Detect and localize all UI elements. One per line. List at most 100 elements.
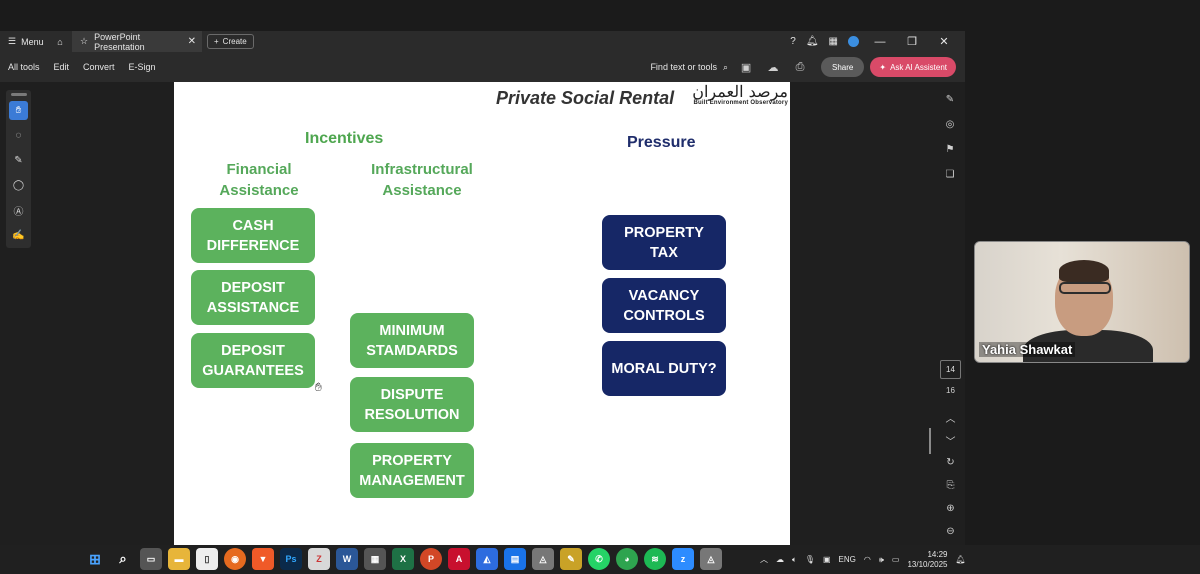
save-icon[interactable]: ▣ (737, 58, 755, 76)
box-cash-difference: CASH DIFFERENCE (191, 208, 315, 263)
clock-time: 14:29 (927, 549, 948, 559)
current-page-field[interactable]: 14 (940, 360, 961, 379)
windows-taskbar: ⊞ ⌕ ▭ ▬ ▯ ◉ ▼ Ps Z W ▦ X P A ◭ ▤ ◬ ✎ ✆ ◕… (0, 545, 1200, 574)
print-icon[interactable]: ⎙ (791, 58, 809, 76)
apps-grid-icon[interactable]: ▦ (829, 36, 838, 47)
notepad-icon[interactable]: ▯ (196, 548, 218, 570)
lasso-icon[interactable]: ◯ (9, 176, 28, 195)
extract-icon[interactable]: ⎘ (940, 480, 961, 491)
menu-button[interactable]: ☰ Menu (0, 36, 50, 47)
create-button[interactable]: + Create (207, 34, 254, 49)
restore-icon[interactable]: ❐ (901, 35, 923, 48)
pages-icon[interactable]: ❏ (939, 163, 961, 185)
clock[interactable]: 14:29 13/10/2025 (907, 550, 947, 570)
notifications-icon[interactable]: 🔔︎ (956, 555, 966, 564)
titlebar-right-icons: ? 🔔︎ ▦ — ❐ ✕ (790, 35, 965, 49)
tab-label: PowerPoint Presentation (94, 31, 145, 52)
avatar[interactable] (848, 36, 859, 47)
wifi-icon[interactable]: ◠ (864, 555, 871, 564)
battery-icon[interactable]: ▭ (892, 555, 900, 564)
box-deposit-assistance: DEPOSIT ASSISTANCE (191, 270, 315, 325)
task-view-icon[interactable]: ▭ (140, 548, 162, 570)
pressure-heading: Pressure (627, 134, 696, 151)
pen-icon[interactable]: ✎ (9, 151, 28, 170)
desktop-top-strip (0, 0, 1200, 31)
participant-hair (1059, 260, 1109, 282)
microphone-icon[interactable]: 🎙︎ (805, 555, 815, 564)
clock-date: 13/10/2025 (907, 559, 948, 569)
drag-handle[interactable] (10, 93, 27, 96)
rotate-icon[interactable]: ↻ (940, 457, 961, 468)
slide-title: Private Social Rental (496, 88, 675, 108)
file-explorer-icon[interactable]: ▬ (168, 548, 190, 570)
find-label: Find text or tools (650, 62, 717, 72)
whatsapp-icon[interactable]: ✆ (588, 548, 610, 570)
hand-tool-icon[interactable]: ✋︎ (9, 101, 28, 120)
sign-icon[interactable]: ✍ (9, 226, 28, 245)
zoom-icon[interactable]: z (672, 548, 694, 570)
ai-assistant-button[interactable]: ✦ Ask AI Assistent (870, 57, 956, 77)
tab-document[interactable]: ☆ PowerPoint Presentation ✕ (72, 31, 202, 52)
bookmark-icon[interactable]: ⚑ (939, 138, 961, 160)
calculator-icon[interactable]: ▦ (364, 548, 386, 570)
app-tray-icon[interactable]: ▣ (823, 555, 831, 564)
brave-icon[interactable]: ▼ (252, 548, 274, 570)
photos-icon[interactable]: ◭ (476, 548, 498, 570)
find-tools[interactable]: Find text or tools ⌕ (650, 62, 728, 73)
zotero-icon[interactable]: Z (308, 548, 330, 570)
plus-icon: + (214, 37, 219, 46)
windows-start-icon[interactable]: ⊞ (84, 548, 106, 570)
excel-icon[interactable]: X (392, 548, 414, 570)
toolbar-esign[interactable]: E-Sign (122, 62, 163, 72)
weather-icon[interactable]: ☁ (776, 555, 784, 564)
zoom-out-icon[interactable]: ⊖ (940, 526, 961, 537)
acrobat-icon[interactable]: A (448, 548, 470, 570)
right-tool-rail: ✎ ◎ ⚑ ❏ (939, 88, 961, 188)
toolbar-convert[interactable]: Convert (76, 62, 122, 72)
app-icon-2[interactable]: ◬ (700, 548, 722, 570)
chat-app-icon[interactable]: ◕ (616, 548, 638, 570)
toolbar-all-tools[interactable]: All tools (0, 62, 47, 72)
firefox-icon[interactable]: ◉ (224, 548, 246, 570)
search-taskbar-icon[interactable]: ⌕ (112, 548, 134, 570)
chevron-up-icon[interactable]: ︿ (760, 554, 768, 565)
spotify-icon[interactable]: ≋ (644, 548, 666, 570)
edit-pdf-icon[interactable]: ✎ (939, 88, 961, 110)
powerpoint-icon[interactable]: P (420, 548, 442, 570)
close-window-icon[interactable]: ✕ (933, 35, 955, 48)
comments-icon[interactable]: ◎ (939, 113, 961, 135)
taskbar-apps: ⊞ ⌕ ▭ ▬ ▯ ◉ ▼ Ps Z W ▦ X P A ◭ ▤ ◬ ✎ ✆ ◕… (84, 548, 722, 570)
language-indicator[interactable]: ENG (839, 555, 856, 564)
participant-video[interactable]: Yahia Shawkat (974, 241, 1190, 363)
word-icon[interactable]: W (336, 548, 358, 570)
page-up-icon[interactable]: ︿ (940, 410, 961, 425)
box-dispute-resolution: DISPUTE RESOLUTION (350, 377, 474, 432)
toolbar-edit[interactable]: Edit (47, 62, 77, 72)
share-button[interactable]: Share (821, 57, 865, 77)
app-icon-1[interactable]: ◬ (532, 548, 554, 570)
zoom-in-icon[interactable]: ⊕ (940, 503, 961, 514)
page-down-icon[interactable]: ﹀ (940, 433, 961, 448)
text-select-icon[interactable]: Ⓐ (9, 201, 28, 220)
logo-arabic-text: مرصد العمران (692, 82, 788, 101)
bell-icon[interactable]: 🔔︎ (806, 36, 819, 47)
logo-english-text: Built Environment Observatory (693, 100, 788, 106)
box-minimum-standards: MINIMUM STAMDARDS (350, 313, 474, 368)
star-icon[interactable]: ☆ (80, 36, 88, 47)
help-icon[interactable]: ? (790, 36, 796, 47)
photoshop-icon[interactable]: Ps (280, 548, 302, 570)
tool-icon[interactable]: ✎ (560, 548, 582, 570)
minimize-icon[interactable]: — (869, 36, 891, 48)
volume-icon[interactable]: 🔈︎ (792, 555, 797, 565)
search-icon: ⌕ (722, 61, 729, 72)
system-tray: ︿ ☁ 🔈︎ 🎙︎ ▣ ENG ◠ 🕪︎ ▭ 14:29 13/10/2025 … (760, 545, 966, 574)
home-icon[interactable]: ⌂ (50, 37, 70, 47)
box-deposit-guarantees: DEPOSIT GUARANTEES (191, 333, 315, 388)
tab-close-icon[interactable]: ✕ (188, 36, 196, 47)
upload-cloud-icon[interactable]: ☁ (764, 58, 782, 76)
speaker-icon[interactable]: 🕪︎ (879, 555, 884, 565)
incentives-heading: Incentives (305, 130, 384, 147)
comment-icon[interactable]: ◌ (9, 126, 28, 145)
scrollbar-thumb[interactable] (929, 428, 931, 454)
calendar-icon[interactable]: ▤ (504, 548, 526, 570)
